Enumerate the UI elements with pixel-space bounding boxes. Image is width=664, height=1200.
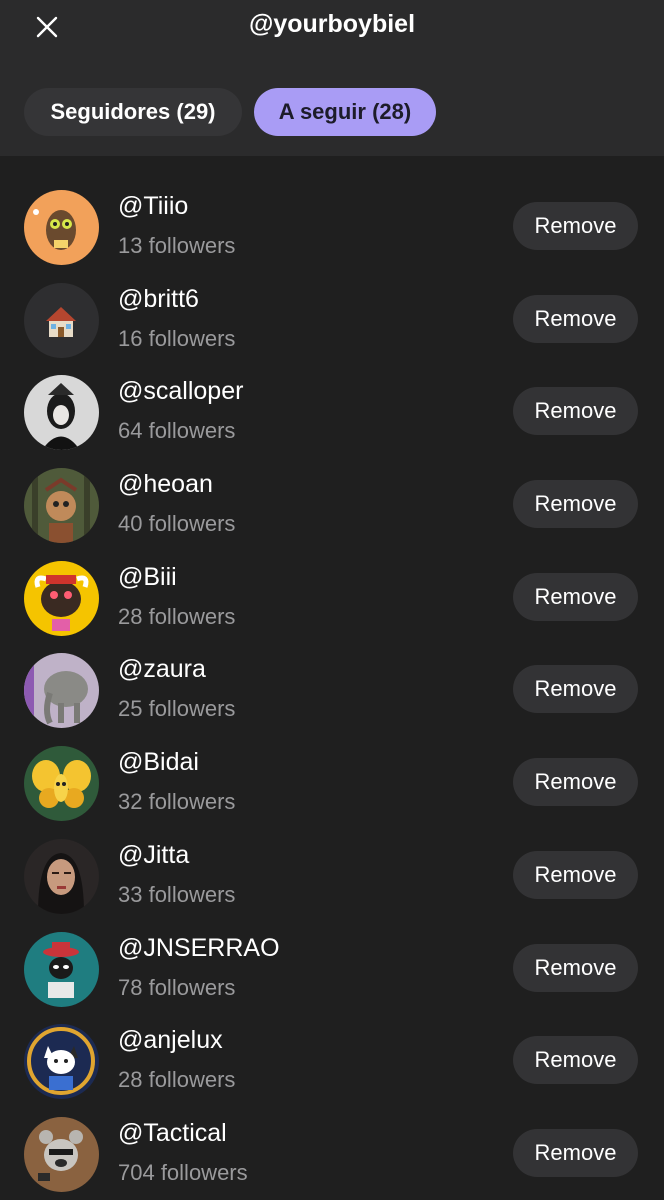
user-handle[interactable]: @JNSERRAO [118, 934, 280, 963]
remove-button[interactable]: Remove [513, 943, 638, 992]
remove-button[interactable]: Remove [513, 758, 638, 807]
user-handle[interactable]: @anjelux [118, 1026, 223, 1055]
follower-count: 704 followers [118, 1159, 248, 1185]
user-handle[interactable]: @zaura [118, 655, 206, 684]
header: @yourboybiel Seguidores (29) A seguir (2… [0, 0, 664, 156]
user-handle[interactable]: @heoan [118, 470, 213, 499]
remove-button[interactable]: Remove [513, 1128, 638, 1177]
tab-a-seguir[interactable]: A seguir (28) [254, 88, 436, 136]
remove-button[interactable]: Remove [513, 387, 638, 436]
list-item: @Jitta 33 followers Remove [0, 805, 664, 914]
user-handle[interactable]: @Tiiio [118, 192, 188, 221]
list-item: @heoan 40 followers Remove [0, 434, 664, 544]
user-handle[interactable]: @Jitta [118, 841, 189, 870]
remove-button[interactable]: Remove [513, 665, 638, 714]
remove-button[interactable]: Remove [513, 294, 638, 343]
list-item: @Biii 28 followers Remove [0, 527, 664, 636]
remove-button[interactable]: Remove [513, 202, 638, 250]
page-title: @yourboybiel [248, 10, 416, 38]
list-item: @anjelux 28 followers Remove [0, 990, 664, 1100]
list-item: @Tiiio 13 followers Remove [0, 156, 664, 265]
user-handle[interactable]: @scalloper [118, 377, 243, 406]
avatar[interactable] [24, 1116, 99, 1192]
following-list: @Tiiio 13 followers Remove @britt6 16 fo… [0, 156, 664, 1192]
list-item: @britt6 16 followers Remove [0, 249, 664, 358]
bear-avatar-icon [24, 1116, 99, 1192]
tab-seguidores[interactable]: Seguidores (29) [24, 88, 242, 136]
user-handle[interactable]: @Bidai [118, 748, 199, 777]
user-handle[interactable]: @Tactical [118, 1119, 227, 1148]
remove-button[interactable]: Remove [513, 480, 638, 529]
remove-button[interactable]: Remove [513, 1036, 638, 1085]
tab-bar: Seguidores (29) A seguir (28) [24, 88, 436, 136]
remove-button[interactable]: Remove [513, 850, 638, 899]
list-item: @JNSERRAO 78 followers Remove [0, 898, 664, 1007]
remove-button[interactable]: Remove [513, 572, 638, 621]
list-item: @Tactical 704 followers Remove [0, 1083, 664, 1192]
list-item: @scalloper 64 followers Remove [0, 341, 664, 451]
list-item: @Bidai 32 followers Remove [0, 712, 664, 822]
user-handle[interactable]: @britt6 [118, 285, 199, 314]
user-handle[interactable]: @Biii [118, 563, 177, 592]
list-item: @zaura 25 followers Remove [0, 619, 664, 729]
